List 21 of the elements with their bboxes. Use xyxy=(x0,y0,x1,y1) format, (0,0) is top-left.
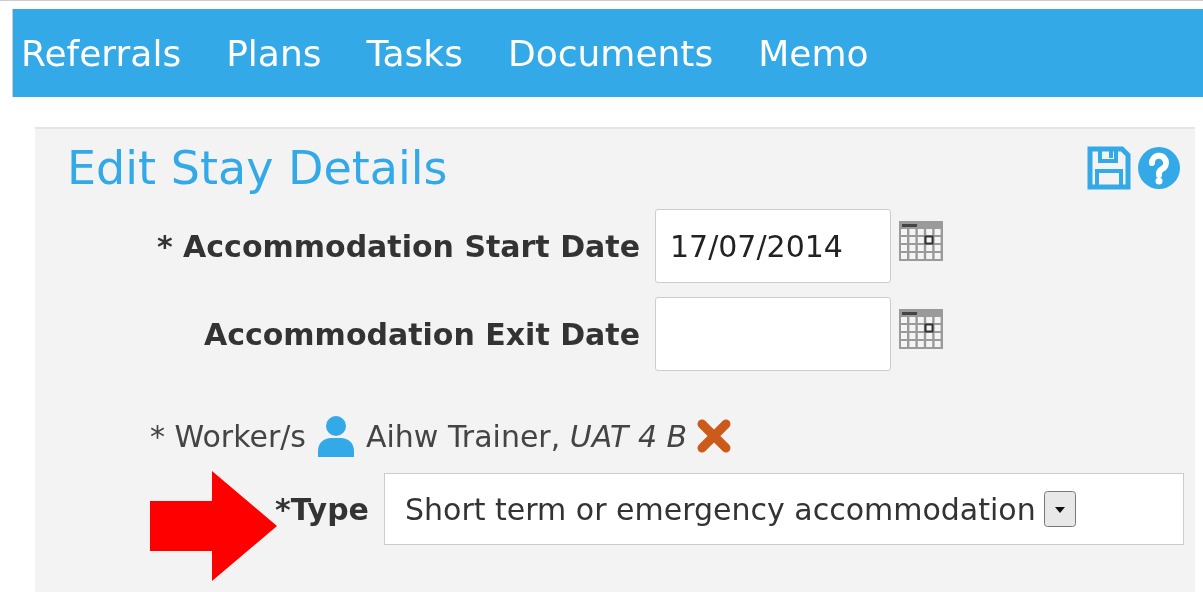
nav-link[interactable]: Plans xyxy=(226,32,322,74)
field-label: * Worker/s xyxy=(150,418,306,454)
nav-link[interactable]: Documents xyxy=(507,32,714,74)
remove-icon[interactable] xyxy=(697,419,732,453)
save-icon[interactable] xyxy=(1087,146,1131,190)
nav-link[interactable]: Memo xyxy=(758,32,869,74)
date-field[interactable] xyxy=(655,297,891,371)
field-label: Accommodation Exit Date xyxy=(202,316,641,352)
nav-link[interactable]: Tasks xyxy=(366,32,463,74)
field-label: *Type xyxy=(275,491,369,527)
calendar-icon[interactable] xyxy=(899,309,943,349)
type-dropdown[interactable]: Short term or emergency accommodation xyxy=(384,473,1184,545)
worker-name: Aihw Trainer, UAT 4 B xyxy=(365,418,688,454)
panel-title: Edit Stay Details xyxy=(67,141,448,195)
date-field[interactable]: 17/07/2014 xyxy=(655,209,891,283)
caret-icon[interactable] xyxy=(1043,491,1076,527)
field-label: * Accommodation Start Date xyxy=(155,228,641,264)
nav-link[interactable]: Referrals xyxy=(21,32,182,74)
person-icon xyxy=(315,415,356,457)
help-icon[interactable] xyxy=(1137,146,1181,190)
calendar-icon[interactable] xyxy=(899,221,943,261)
